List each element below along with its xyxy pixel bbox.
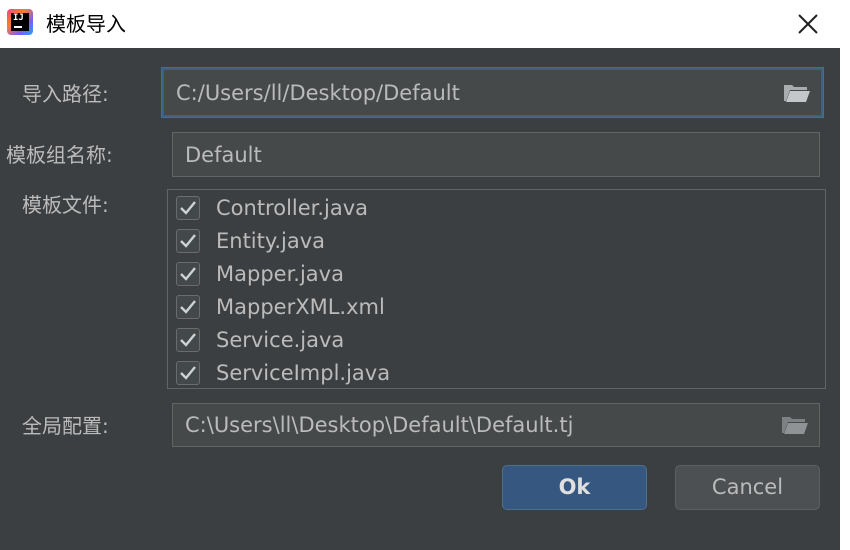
folder-open-icon[interactable] (781, 414, 809, 436)
checkbox[interactable] (176, 328, 200, 352)
check-icon (180, 366, 196, 380)
import-path-value: C:/Users/ll/Desktop/Default (176, 80, 460, 105)
checkbox[interactable] (176, 295, 200, 319)
check-icon (180, 201, 196, 215)
group-name-value: Default (185, 142, 262, 167)
check-icon (180, 267, 196, 281)
group-name-field[interactable]: Default (172, 132, 820, 177)
window-edge (840, 48, 850, 550)
checkbox[interactable] (176, 262, 200, 286)
list-item-label: MapperXML.xml (216, 295, 385, 319)
cancel-button[interactable]: Cancel (675, 465, 820, 510)
ok-button[interactable]: Ok (502, 465, 647, 510)
global-config-value: C:\Users\ll\Desktop\Default\Default.tj (185, 413, 574, 437)
check-icon (180, 300, 196, 314)
list-item-label: ServiceImpl.java (216, 361, 391, 385)
list-item-label: Controller.java (216, 196, 369, 220)
list-item-label: Service.java (216, 328, 345, 352)
list-item-label: Entity.java (216, 229, 325, 253)
app-icon-text: IJ (11, 13, 29, 31)
template-files-label: 模板文件: (22, 193, 109, 217)
global-config-label: 全局配置: (22, 414, 109, 438)
checkbox[interactable] (176, 196, 200, 220)
import-path-field[interactable]: C:/Users/ll/Desktop/Default (162, 68, 823, 117)
import-path-label: 导入路径: (22, 82, 109, 106)
title-bar: IJ 模板导入 (0, 0, 850, 48)
window-title: 模板导入 (46, 12, 126, 36)
template-files-list: Controller.java Entity.java Mapper.java … (167, 189, 826, 389)
check-icon (180, 234, 196, 248)
checkbox[interactable] (176, 361, 200, 385)
group-name-label: 模板组名称: (6, 143, 113, 167)
close-icon (798, 14, 818, 34)
close-button[interactable] (790, 6, 826, 42)
list-item-label: Mapper.java (216, 262, 344, 286)
intellij-idea-icon: IJ (7, 9, 33, 35)
folder-open-icon[interactable] (783, 82, 811, 104)
global-config-field[interactable]: C:\Users\ll\Desktop\Default\Default.tj (172, 403, 820, 447)
checkbox[interactable] (176, 229, 200, 253)
check-icon (180, 333, 196, 347)
